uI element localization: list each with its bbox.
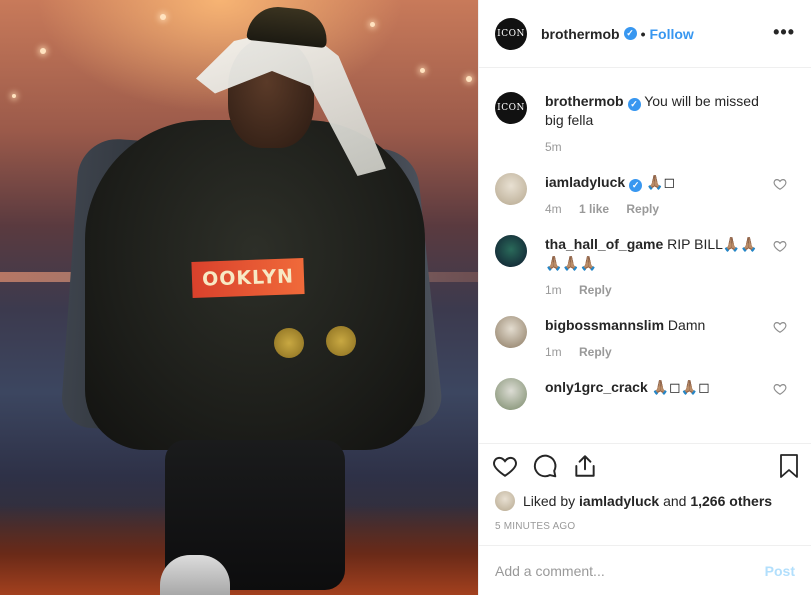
comment-input[interactable]	[495, 562, 765, 579]
list-item: iamladyluck ✓ 🙏🏽◻ 4m 1 like Reply	[495, 173, 795, 219]
comment-time[interactable]: 1m	[545, 283, 562, 297]
author-username[interactable]: brothermob	[541, 26, 620, 42]
verified-badge-icon: ✓	[629, 179, 643, 192]
post-header: ICON brothermob ✓ • Follow •••	[479, 0, 811, 68]
reply-button[interactable]: Reply	[579, 283, 612, 297]
commenter-avatar[interactable]	[495, 378, 527, 410]
author-avatar[interactable]: ICON	[495, 17, 527, 50]
post-dialog: OOKLYN ICON brothermob ✓ • Follow ••• IC…	[0, 0, 811, 595]
likes-and: and	[663, 493, 687, 509]
verified-badge-icon: ✓	[623, 27, 637, 40]
list-item: bigbossmannslim Damn 1m Reply	[495, 316, 795, 362]
comment-username[interactable]: tha_hall_of_game	[545, 236, 663, 252]
verified-badge-icon: ✓	[627, 98, 641, 111]
comment-username[interactable]: bigbossmannslim	[545, 317, 664, 333]
caption-avatar[interactable]: ICON	[495, 92, 527, 124]
comments-list[interactable]: ICON brothermob ✓ You will be missed big …	[479, 68, 811, 443]
reply-button[interactable]: Reply	[579, 345, 612, 359]
likes-prefix: Liked by	[523, 493, 576, 509]
add-comment-bar: Post	[479, 545, 811, 595]
shirt-print: OOKLYN	[191, 258, 305, 298]
likes-count[interactable]: 1,266 others	[690, 493, 772, 509]
post-timestamp[interactable]: 5 MINUTES AGO	[479, 511, 811, 545]
post-side-panel: ICON brothermob ✓ • Follow ••• ICON brot…	[478, 0, 811, 595]
comment-time[interactable]: 1m	[545, 345, 562, 359]
likes-summary: Liked by iamladyluck and 1,266 others	[479, 487, 811, 511]
list-item: tha_hall_of_game RIP BILL🙏🏽🙏🏽🙏🏽🙏🏽🙏🏽 1m R…	[495, 235, 795, 300]
comment-text: Damn	[667, 317, 706, 333]
comment-time[interactable]: 4m	[545, 202, 562, 216]
comment-bubble-icon[interactable]	[531, 452, 559, 480]
post-comment-button[interactable]: Post	[765, 563, 795, 579]
like-heart-icon[interactable]	[491, 452, 519, 480]
follow-button[interactable]: Follow	[649, 26, 693, 42]
comment-username[interactable]: iamladyluck	[545, 174, 625, 190]
liker-username[interactable]: iamladyluck	[579, 493, 659, 509]
comment-text: 🙏🏽◻🙏🏽◻	[651, 379, 710, 395]
liker-avatar[interactable]	[495, 491, 515, 511]
caption: ICON brothermob ✓ You will be missed big …	[495, 92, 795, 157]
bookmark-icon[interactable]	[775, 452, 803, 480]
more-options-icon[interactable]: •••	[773, 23, 795, 41]
comment-text: 🙏🏽◻	[646, 174, 676, 190]
caption-username[interactable]: brothermob	[545, 93, 624, 109]
commenter-avatar[interactable]	[495, 235, 527, 267]
reply-button[interactable]: Reply	[626, 202, 659, 216]
comment-like-heart-icon[interactable]	[773, 382, 787, 396]
comment-like-heart-icon[interactable]	[773, 177, 787, 191]
post-photo[interactable]: OOKLYN	[0, 0, 478, 595]
separator-dot: •	[640, 25, 646, 42]
comment-like-heart-icon[interactable]	[773, 239, 787, 253]
comment-like-heart-icon[interactable]	[773, 320, 787, 334]
commenter-avatar[interactable]	[495, 316, 527, 348]
caption-time[interactable]: 5m	[545, 140, 562, 154]
share-icon[interactable]	[571, 452, 599, 480]
comment-username[interactable]: only1grc_crack	[545, 379, 648, 395]
list-item: only1grc_crack 🙏🏽◻🙏🏽◻	[495, 378, 795, 410]
comment-likes[interactable]: 1 like	[579, 202, 609, 216]
commenter-avatar[interactable]	[495, 173, 527, 205]
post-actions	[479, 443, 811, 487]
